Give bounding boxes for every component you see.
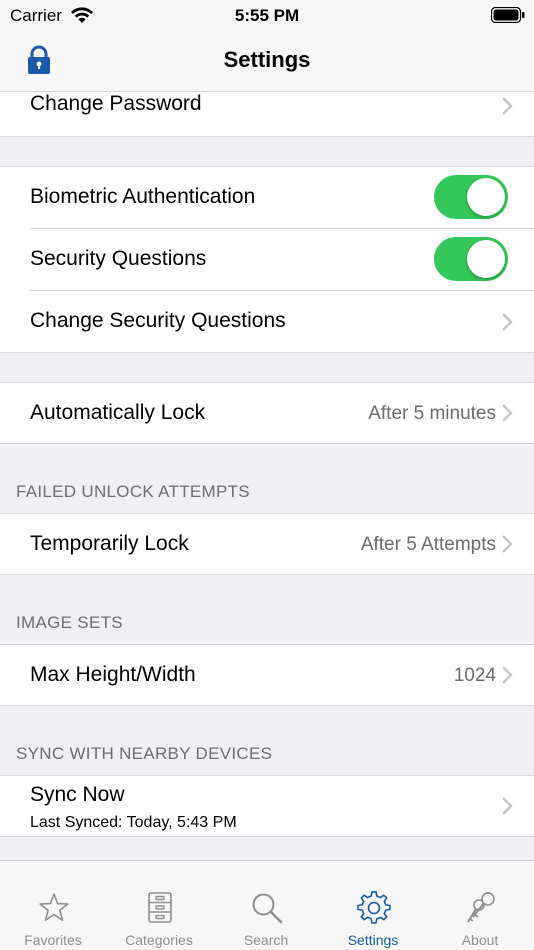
star-icon — [39, 893, 69, 921]
tab-label: Search — [243, 932, 289, 948]
gear-icon — [357, 891, 391, 924]
settings-screen: Carrier 5:55 PM Settings Change Password — [0, 0, 534, 950]
tab-bar: Favorites Categories Search Settings Abo… — [0, 860, 534, 950]
last-synced-label: Last Synced: Today, 5:43 PM — [30, 814, 237, 831]
top-bar: Carrier 5:55 PM Settings — [0, 0, 534, 92]
security-questions-label: Security Questions — [30, 247, 207, 270]
chevron-right-icon — [502, 313, 513, 331]
section-header-sync: SYNC WITH NEARBY DEVICES — [16, 744, 273, 763]
chevron-right-icon — [502, 666, 513, 684]
tab-label: Settings — [347, 932, 399, 948]
chevron-right-icon — [502, 797, 513, 815]
sync-now-row[interactable]: Sync Now Last Synced: Today, 5:43 PM — [0, 775, 534, 837]
biometric-label: Biometric Authentication — [30, 185, 256, 208]
tab-label: About — [461, 932, 499, 948]
max-size-row[interactable]: Max Height/Width 1024 — [0, 644, 534, 706]
tab-categories[interactable]: Categories — [106, 861, 212, 950]
auto-lock-label: Automatically Lock — [30, 401, 206, 424]
tab-about[interactable]: About — [427, 861, 533, 950]
tab-favorites[interactable]: Favorites — [0, 861, 106, 950]
biometric-toggle[interactable] — [434, 175, 508, 219]
tab-label: Favorites — [24, 932, 82, 948]
tab-settings[interactable]: Settings — [320, 861, 426, 950]
tab-label: Categories — [125, 932, 193, 948]
status-bar: Carrier 5:55 PM — [0, 0, 534, 32]
toggle-knob — [467, 178, 505, 216]
temp-lock-row[interactable]: Temporarily Lock After 5 Attempts — [0, 513, 534, 575]
toggle-knob — [467, 240, 505, 278]
security-questions-toggle[interactable] — [434, 237, 508, 281]
tab-search[interactable]: Search — [213, 861, 319, 950]
security-questions-row: Security Questions — [0, 229, 534, 291]
auto-lock-value: After 5 minutes — [368, 403, 496, 424]
section-header-image-sets: IMAGE SETS — [16, 613, 123, 632]
magnifier-icon — [252, 893, 283, 924]
temp-lock-label: Temporarily Lock — [30, 532, 189, 555]
chevron-right-icon — [502, 97, 513, 115]
chevron-right-icon — [502, 535, 513, 553]
chevron-right-icon — [502, 404, 513, 422]
page-title: Settings — [223, 47, 311, 72]
keys-icon — [467, 892, 495, 923]
max-size-value: 1024 — [453, 665, 496, 686]
clock: 5:55 PM — [234, 6, 300, 25]
section-header-failed-unlock: FAILED UNLOCK ATTEMPTS — [16, 482, 250, 501]
change-security-questions-label: Change Security Questions — [30, 309, 286, 332]
battery-icon — [491, 7, 525, 23]
change-security-questions-row[interactable]: Change Security Questions — [0, 291, 534, 353]
sync-now-label: Sync Now — [30, 783, 125, 806]
auto-lock-row[interactable]: Automatically Lock After 5 minutes — [0, 382, 534, 444]
cabinet-icon — [148, 892, 172, 923]
change-password-label: Change Password — [30, 92, 202, 115]
temp-lock-value: After 5 Attempts — [360, 534, 496, 555]
max-size-label: Max Height/Width — [30, 663, 196, 686]
biometric-row: Biometric Authentication — [0, 166, 534, 229]
